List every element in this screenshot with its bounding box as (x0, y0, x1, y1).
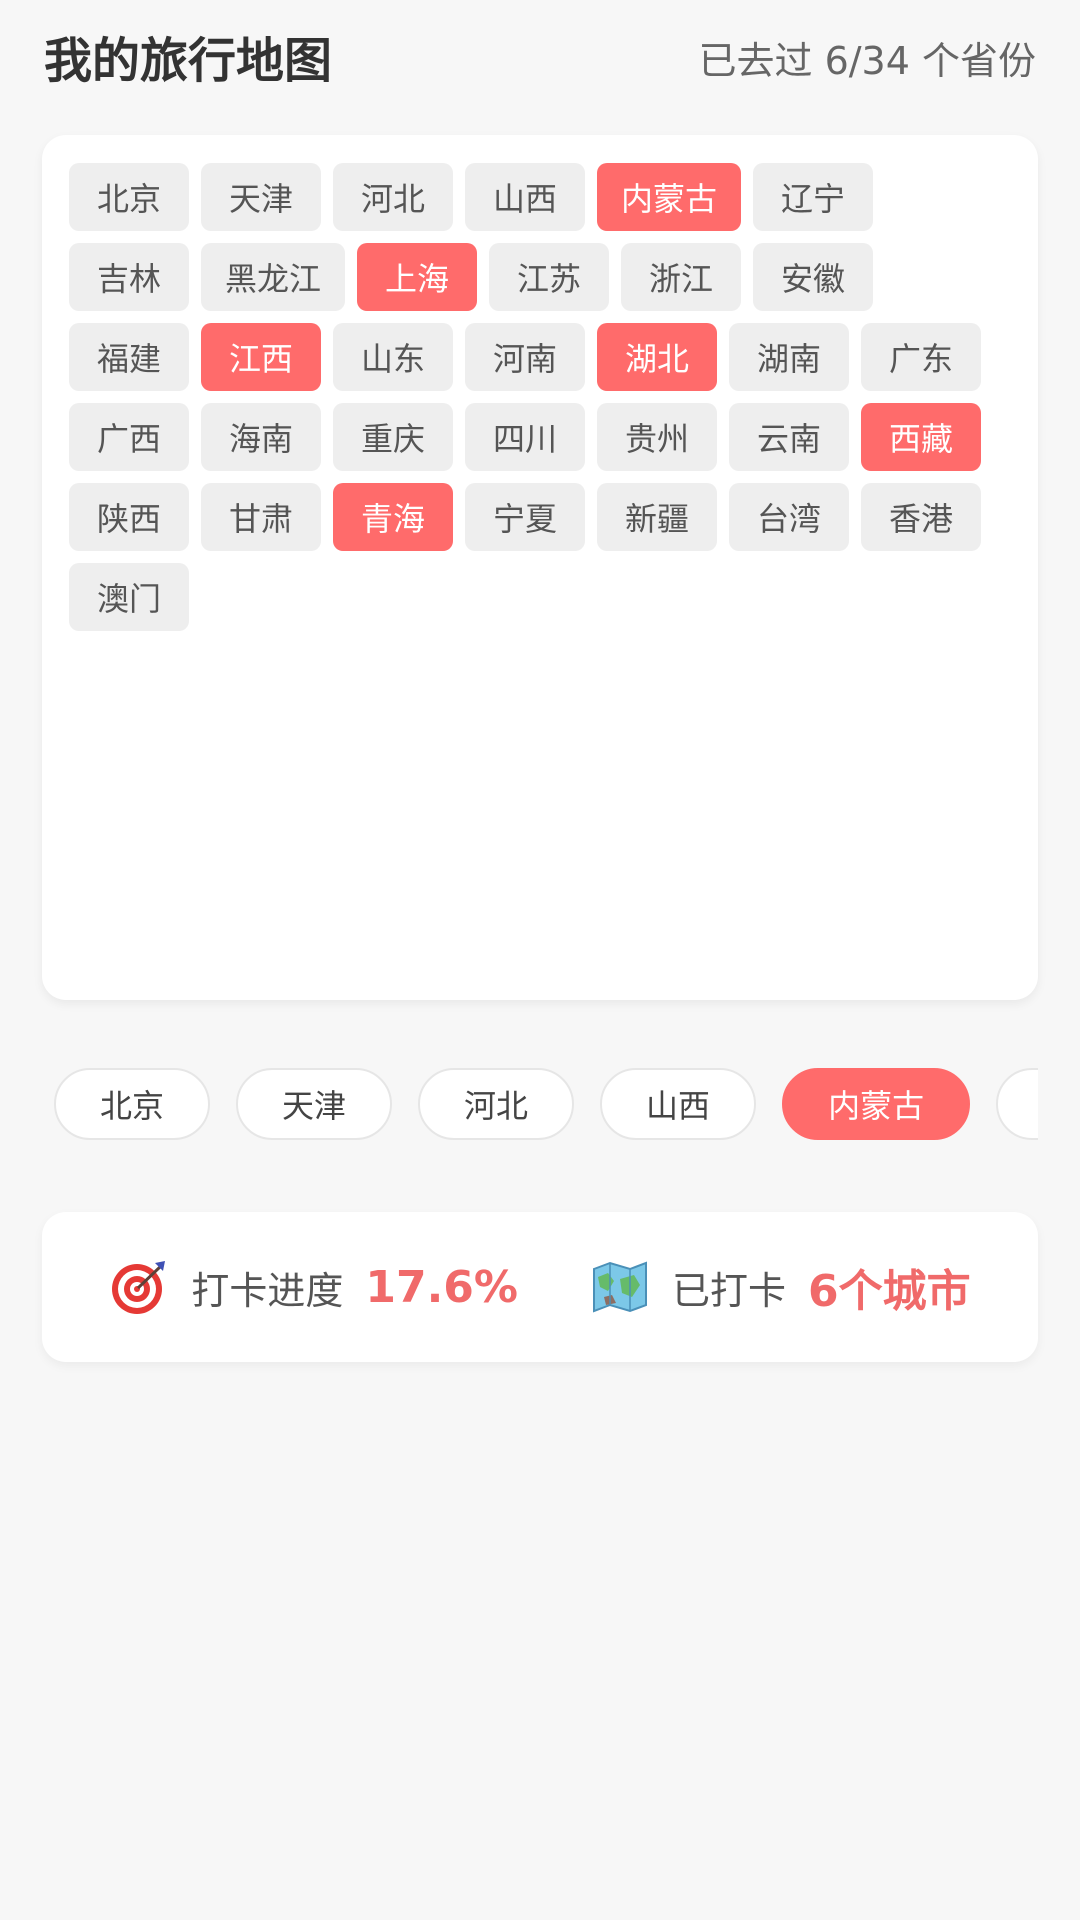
province-chip[interactable]: 浙江 (621, 243, 742, 311)
province-chip[interactable]: 陕西 (69, 483, 189, 551)
province-chip[interactable]: 北京 (69, 163, 189, 231)
progress-stat: 打卡进度 17.6% (109, 1257, 518, 1317)
province-chip[interactable]: 贵州 (597, 403, 717, 471)
province-chip[interactable]: 台湾 (729, 483, 849, 551)
map-icon (590, 1257, 650, 1317)
province-chip[interactable]: 香港 (861, 483, 981, 551)
checked-stat: 已打卡 6个城市 (590, 1255, 971, 1319)
stats-card: 打卡进度 17.6% 已打卡 6个城市 (42, 1212, 1038, 1362)
province-chip[interactable]: 湖北 (597, 323, 717, 391)
province-chip[interactable]: 广东 (861, 323, 981, 391)
province-chip-strip[interactable]: 北京天津河北山西内蒙古辽宁 (54, 1068, 1038, 1142)
province-map-card: 北京 天津 河北 山西 内蒙古 辽宁 吉林 黑龙江 上海 江苏 浙江 安徽 福建 江西 山东 河南 湖北 湖南 广东… (42, 135, 1038, 1000)
province-chip[interactable]: 重庆 (333, 403, 453, 471)
visited-summary: 已去过 6/34 个省份 (698, 39, 1037, 83)
province-pill[interactable]: 辽宁 (996, 1068, 1038, 1140)
province-row: 福建 江西 山东 河南 湖北 湖南 广东 (69, 323, 1019, 391)
province-chip[interactable]: 吉林 (69, 243, 189, 311)
province-grid: 北京 天津 河北 山西 内蒙古 辽宁 吉林 黑龙江 上海 江苏 浙江 安徽 福建 江西 山东 河南 湖北 湖南 广东… (69, 163, 1019, 643)
province-chip[interactable]: 云南 (729, 403, 849, 471)
province-chip[interactable]: 青海 (333, 483, 453, 551)
province-chip[interactable]: 澳门 (69, 563, 189, 631)
progress-label: 打卡进度 (191, 1268, 344, 1313)
province-pill[interactable]: 天津 (236, 1068, 393, 1140)
province-chip[interactable]: 新疆 (597, 483, 717, 551)
province-chip[interactable]: 福建 (69, 323, 189, 391)
province-chip[interactable]: 西藏 (861, 403, 981, 471)
province-chip[interactable]: 宁夏 (465, 483, 585, 551)
province-row: 北京 天津 河北 山西 内蒙古 辽宁 (69, 163, 1019, 231)
target-icon (109, 1257, 169, 1317)
province-chip[interactable]: 内蒙古 (597, 163, 742, 231)
province-pill[interactable]: 内蒙古 (782, 1068, 971, 1140)
province-chip[interactable]: 安徽 (753, 243, 874, 311)
province-chip[interactable]: 四川 (465, 403, 585, 471)
province-chip[interactable]: 江西 (201, 323, 321, 391)
province-pill[interactable]: 山西 (600, 1068, 757, 1140)
province-chip[interactable]: 天津 (201, 163, 321, 231)
province-chip[interactable]: 黑龙江 (201, 243, 346, 311)
progress-value: 17.6% (365, 1261, 519, 1313)
province-chip-strip-track: 北京天津河北山西内蒙古辽宁 (54, 1068, 1038, 1140)
province-chip[interactable]: 辽宁 (753, 163, 874, 231)
province-chip[interactable]: 广西 (69, 403, 189, 471)
province-chip[interactable]: 山东 (333, 323, 453, 391)
province-chip[interactable]: 河南 (465, 323, 585, 391)
province-row: 陕西 甘肃 青海 宁夏 新疆 台湾 香港 (69, 483, 1019, 551)
province-row: 吉林 黑龙江 上海 江苏 浙江 安徽 (69, 243, 1019, 311)
province-chip[interactable]: 海南 (201, 403, 321, 471)
province-chip[interactable]: 湖南 (729, 323, 849, 391)
province-pill[interactable]: 北京 (54, 1068, 211, 1140)
province-chip[interactable]: 山西 (465, 163, 585, 231)
province-pill[interactable]: 河北 (418, 1068, 575, 1140)
checked-value: 6个城市 (808, 1266, 971, 1317)
header: 我的旅行地图 已去过 6/34 个省份 (0, 0, 1080, 126)
page-title: 我的旅行地图 (44, 33, 333, 89)
province-row: 广西 海南 重庆 四川 贵州 云南 西藏 (69, 403, 1019, 471)
province-chip[interactable]: 河北 (333, 163, 453, 231)
province-chip[interactable]: 上海 (357, 243, 478, 311)
province-row: 澳门 (69, 563, 1019, 631)
province-chip[interactable]: 甘肃 (201, 483, 321, 551)
province-chip[interactable]: 江苏 (489, 243, 610, 311)
checked-label: 已打卡 (672, 1268, 787, 1313)
